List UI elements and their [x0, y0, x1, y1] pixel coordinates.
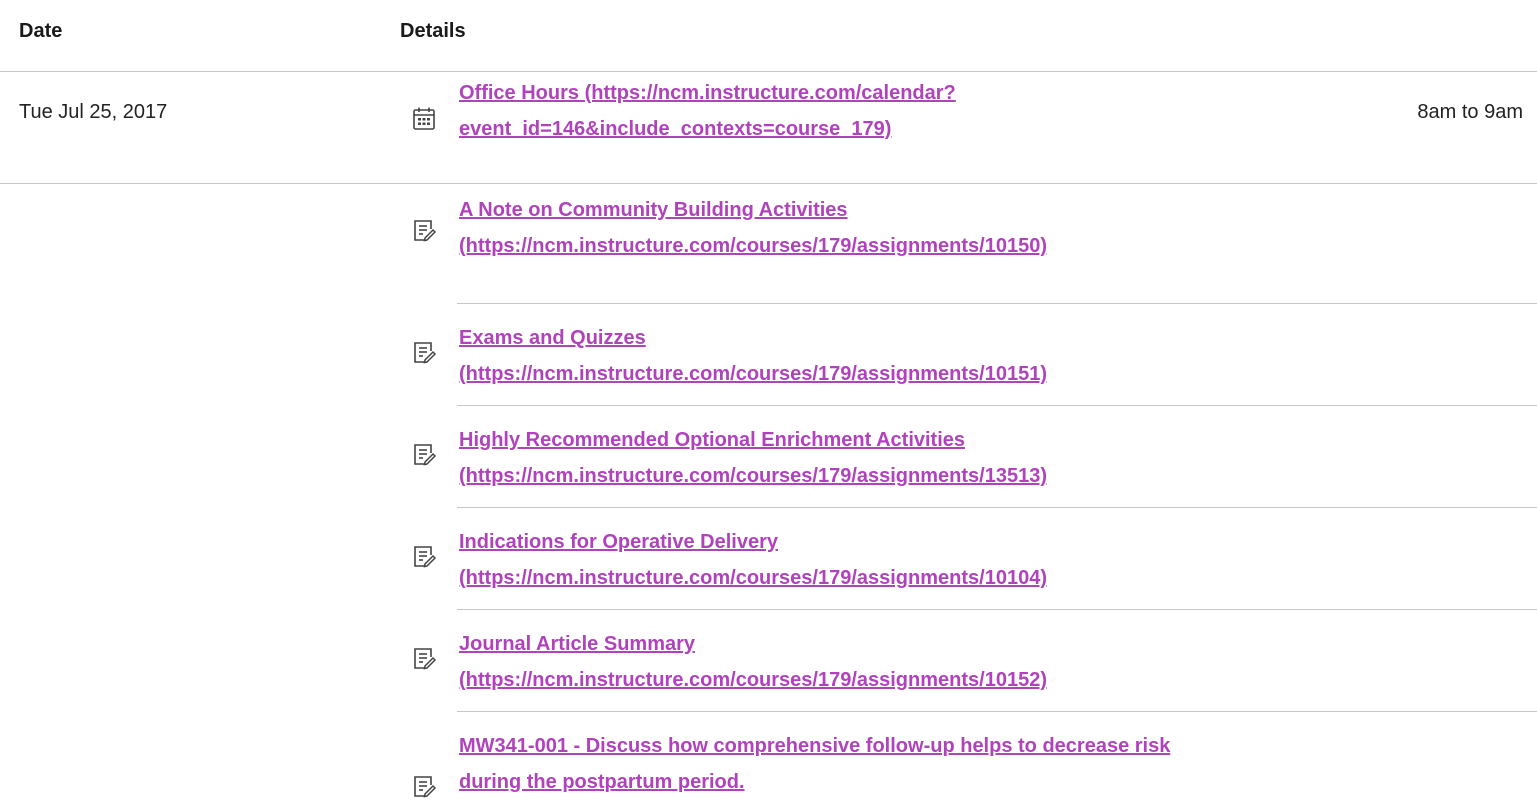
event-time: 8am to 9am: [1417, 101, 1523, 123]
syllabus-page: Date Details Tue Jul 25, 2017 Office Hou…: [0, 0, 1537, 808]
calendar-icon: [411, 105, 437, 131]
assignment-url-link[interactable]: (https://ncm.instructure.com/courses/179…: [459, 560, 1047, 596]
row-divider: [457, 711, 1537, 712]
row-divider: [457, 507, 1537, 508]
details-column-header: Details: [400, 20, 466, 42]
row-divider: [457, 303, 1537, 304]
assignment-url-link[interactable]: (https://ncm.instructure.com/courses/179…: [459, 356, 1047, 392]
header-divider: [0, 71, 1537, 72]
event-link-continued[interactable]: event_id=146&include_contexts=course_179…: [459, 111, 891, 147]
assignment-title-link[interactable]: Exams and Quizzes: [459, 320, 646, 356]
assignment-title-link[interactable]: A Note on Community Building Activities: [459, 192, 848, 228]
assignment-url-link[interactable]: (https://ncm.instructure.com/courses/179…: [459, 662, 1047, 698]
event-title: Office Hours: [459, 82, 580, 104]
date-column-header: Date: [19, 20, 63, 42]
assignment-title-link[interactable]: Highly Recommended Optional Enrichment A…: [459, 422, 965, 458]
event-date: Tue Jul 25, 2017: [19, 101, 168, 123]
event-url-line2: event_id=146&include_contexts=course_179…: [459, 118, 892, 140]
assignment-icon: [411, 442, 437, 468]
assignment-icon: [411, 218, 437, 244]
assignment-url-link[interactable]: (https://ncm.instructure.com/courses/179…: [459, 228, 1047, 264]
assignment-icon: [411, 646, 437, 672]
assignment-title-link[interactable]: Indications for Operative Delivery: [459, 524, 778, 560]
assignment-url-link[interactable]: (https://ncm.instructure.com/courses/179…: [459, 458, 1047, 494]
assignment-icon: [411, 340, 437, 366]
event-link[interactable]: Office Hours (https://ncm.instructure.co…: [459, 75, 956, 111]
event-url-line1: (https://ncm.instructure.com/calendar?: [584, 82, 956, 104]
row-divider: [0, 183, 1537, 184]
assignment-icon: [411, 774, 437, 800]
assignment-title-link[interactable]: MW341-001 - Discuss how comprehensive fo…: [459, 728, 1170, 764]
assignment-title-link[interactable]: Journal Article Summary: [459, 626, 695, 662]
assignment-icon: [411, 544, 437, 570]
row-divider: [457, 609, 1537, 610]
assignment-title-link-continued[interactable]: during the postpartum period.: [459, 764, 745, 800]
row-divider: [457, 405, 1537, 406]
